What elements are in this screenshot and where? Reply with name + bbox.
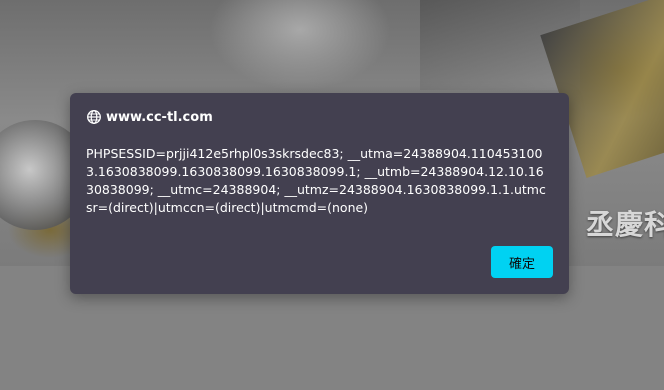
dialog-message: PHPSESSID=prjji412e5rhpl0s3skrsdec83; __… [86, 146, 546, 215]
dialog-header: www.cc-tl.com [86, 109, 213, 125]
page: 丞慶科 www.cc-tl.com PHPSESSID=prjji412e5rh… [0, 0, 664, 390]
dialog-title: www.cc-tl.com [106, 109, 213, 125]
ok-button[interactable]: 確定 [491, 246, 553, 278]
banner-company-text: 丞慶科 [586, 208, 664, 241]
alert-dialog: www.cc-tl.com PHPSESSID=prjji412e5rhpl0s… [70, 93, 569, 294]
globe-icon [86, 109, 102, 125]
